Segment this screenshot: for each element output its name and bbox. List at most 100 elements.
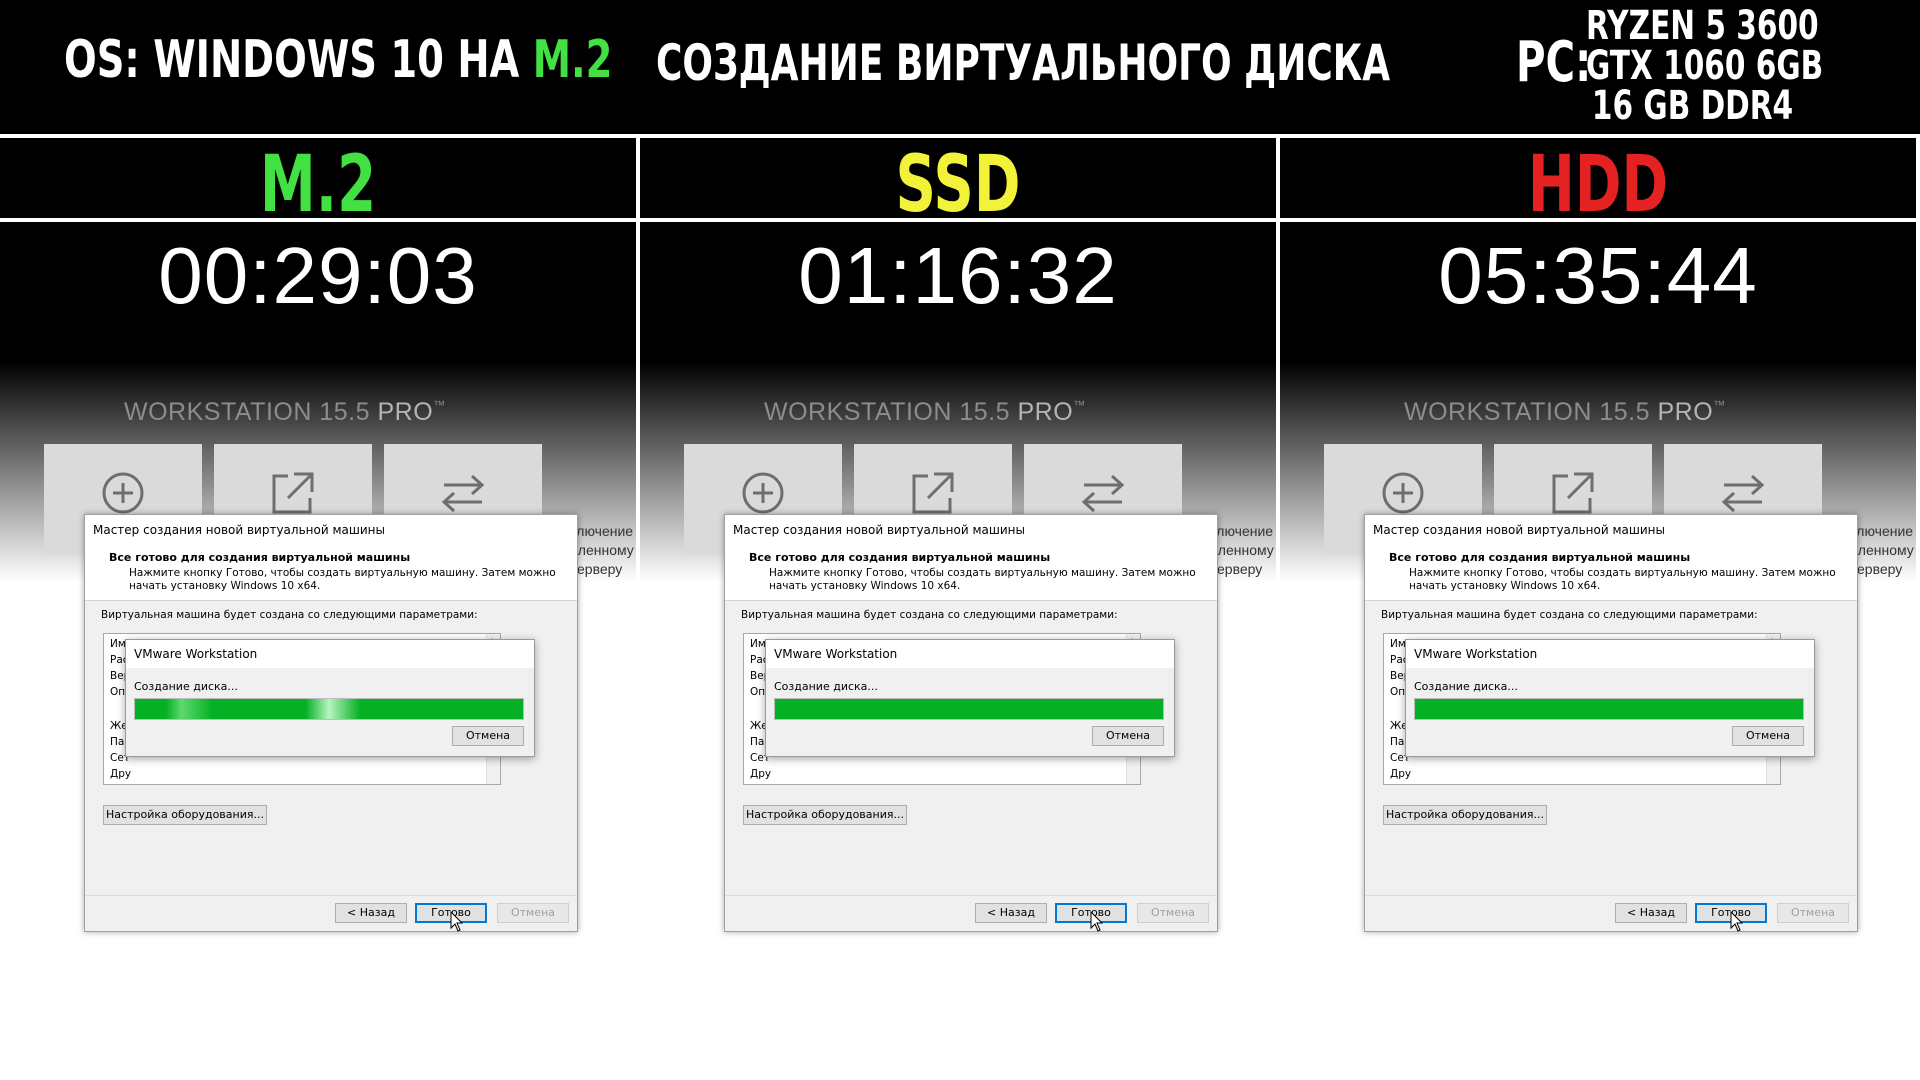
progress-cancel-button[interactable]: Отмена	[1092, 726, 1164, 746]
summary-row-partial: Дру	[110, 768, 131, 782]
mouse-cursor-icon	[450, 911, 464, 932]
connect-server-label-line: ключение	[1850, 523, 1914, 539]
vmware-brand-tm: ™	[1073, 398, 1086, 412]
hardware-settings-button[interactable]: Настройка оборудования...	[1383, 805, 1547, 825]
progress-dialog-title: VMware Workstation	[134, 647, 258, 661]
wizard-header: Мастер создания новой виртуальной машины…	[85, 515, 577, 601]
summary-key-partial: Дру	[110, 768, 132, 780]
progress-cancel-button[interactable]: Отмена	[452, 726, 524, 746]
connect-server-label-line: аленному	[1210, 542, 1274, 558]
new-vm-wizard-dialog: Мастер создания новой виртуальной машины…	[724, 514, 1218, 932]
progress-status-text: Создание диска...	[134, 680, 238, 693]
plus-circle-icon	[742, 472, 784, 514]
spec-gpu: GTX 1060 6GB	[1586, 43, 1824, 89]
connect-server-label: ключение аленному серверу	[1850, 522, 1920, 579]
connect-server-label-line: серверу	[1850, 561, 1903, 577]
vmware-brand-pro: PRO	[370, 398, 434, 426]
new-vm-wizard-dialog: Мастер создания новой виртуальной машины…	[84, 514, 578, 932]
progress-dialog: VMware Workstation Создание диска... Отм…	[765, 639, 1175, 757]
connect-server-label: ключение аленному серверу	[570, 522, 636, 579]
column-header: M.2	[0, 138, 636, 230]
wizard-footer-divider	[85, 895, 577, 896]
wizard-title: Мастер создания новой виртуальной машины	[1373, 523, 1665, 537]
back-button[interactable]: < Назад	[1615, 903, 1687, 923]
wizard-description: Нажмите кнопку Готово, чтобы создать вир…	[769, 567, 1196, 592]
wizard-header: Мастер создания новой виртуальной машины…	[725, 515, 1217, 601]
vmware-brand-tm: ™	[1713, 398, 1726, 412]
connect-server-label-line: серверу	[1210, 561, 1263, 577]
open-external-icon	[912, 472, 954, 514]
vmware-brand-pro: PRO	[1650, 398, 1714, 426]
disk-progress-bar	[134, 698, 524, 720]
elapsed-timer: 00:29:03	[158, 231, 478, 320]
pc-label: PC:	[1516, 30, 1592, 95]
disk-progress-fill	[1415, 699, 1803, 719]
progress-status-text: Создание диска...	[774, 680, 878, 693]
column-header: HDD	[1280, 138, 1916, 230]
os-label-highlight: M.2	[532, 30, 613, 90]
back-button[interactable]: < Назад	[335, 903, 407, 923]
wizard-params-label: Виртуальная машина будет создана со след…	[101, 609, 478, 621]
progress-dialog-title: VMware Workstation	[774, 647, 898, 661]
elapsed-timer: 01:16:32	[798, 231, 1118, 320]
wizard-footer-divider	[1365, 895, 1857, 896]
vmware-brand-pro: PRO	[1010, 398, 1074, 426]
new-vm-wizard-dialog: Мастер создания новой виртуальной машины…	[1364, 514, 1858, 932]
vmware-brand-text: WORKSTATION 15.5	[764, 398, 1011, 426]
wizard-footer-divider	[725, 895, 1217, 896]
comparison-column-hdd: HDD 05:35:44 WORKSTATION 15.5 PRO™ ключе…	[1280, 138, 1920, 1080]
connect-server-label-line: аленному	[1850, 542, 1914, 558]
wizard-heading: Все готово для создания виртуальной маши…	[109, 551, 411, 564]
progress-dialog: VMware Workstation Создание диска... Отм…	[1405, 639, 1815, 757]
wizard-params-label: Виртуальная машина будет создана со след…	[741, 609, 1118, 621]
disk-progress-bar	[1414, 698, 1804, 720]
progress-dialog: VMware Workstation Создание диска... Отм…	[125, 639, 535, 757]
hardware-settings-button[interactable]: Настройка оборудования...	[743, 805, 907, 825]
plus-circle-icon	[102, 472, 144, 514]
disk-progress-fill	[135, 699, 523, 719]
mouse-cursor-icon	[1090, 911, 1104, 932]
drive-type-label: M.2	[259, 140, 377, 230]
summary-key-partial: Дру	[750, 768, 772, 780]
column-header: SSD	[640, 138, 1276, 230]
vmware-brand-tm: ™	[433, 398, 446, 412]
vmware-brand: WORKSTATION 15.5 PRO™	[1404, 398, 1726, 427]
wizard-cancel-button[interactable]: Отмена	[1137, 903, 1209, 923]
os-label: OS: WINDOWS 10 НА M.2	[64, 30, 612, 90]
wizard-header: Мастер создания новой виртуальной машины…	[1365, 515, 1857, 601]
mouse-cursor-icon	[1730, 911, 1744, 932]
summary-key-partial: Дру	[1390, 768, 1412, 780]
wizard-params-label: Виртуальная машина будет создана со след…	[1381, 609, 1758, 621]
progress-status-text: Создание диска...	[1414, 680, 1518, 693]
open-external-icon	[1552, 472, 1594, 514]
hardware-settings-button[interactable]: Настройка оборудования...	[103, 805, 267, 825]
spec-ram: 16 GB DDR4	[1591, 83, 1794, 129]
connect-server-label-line: ключение	[1210, 523, 1274, 539]
wizard-heading: Все готово для создания виртуальной маши…	[749, 551, 1051, 564]
video-title: СОЗДАНИЕ ВИРТУАЛЬНОГО ДИСКА	[656, 34, 1391, 92]
wizard-heading: Все готово для создания виртуальной маши…	[1389, 551, 1691, 564]
os-label-text: OS: WINDOWS 10 НА	[64, 30, 533, 90]
disk-progress-fill	[775, 699, 1163, 719]
progress-cancel-button[interactable]: Отмена	[1732, 726, 1804, 746]
vmware-brand: WORKSTATION 15.5 PRO™	[124, 398, 446, 427]
wizard-description: Нажмите кнопку Готово, чтобы создать вир…	[1409, 567, 1836, 592]
drive-type-label: SSD	[895, 140, 1021, 230]
vmware-brand-text: WORKSTATION 15.5	[1404, 398, 1651, 426]
top-banner: OS: WINDOWS 10 НА M.2 СОЗДАНИЕ ВИРТУАЛЬН…	[0, 0, 1920, 134]
pc-specs: RYZEN 5 3600 GTX 1060 6GB 16 GB DDR4	[1586, 6, 1823, 126]
comparison-column-m2: M.2 00:29:03 WORKSTATION 15.5 PRO™ ключе…	[0, 138, 636, 1080]
swap-arrows-icon	[1721, 474, 1765, 513]
back-button[interactable]: < Назад	[975, 903, 1047, 923]
spec-cpu: RYZEN 5 3600	[1586, 3, 1819, 49]
wizard-cancel-button[interactable]: Отмена	[1777, 903, 1849, 923]
wizard-description: Нажмите кнопку Готово, чтобы создать вир…	[129, 567, 556, 592]
connect-server-label: ключение аленному серверу	[1210, 522, 1276, 579]
drive-type-label: HDD	[1527, 140, 1669, 230]
connect-server-label-line: ключение	[570, 523, 634, 539]
summary-row-partial: Дру	[1390, 768, 1411, 782]
summary-row-partial: Дру	[750, 768, 771, 782]
wizard-cancel-button[interactable]: Отмена	[497, 903, 569, 923]
open-external-icon	[272, 472, 314, 514]
progress-dialog-title: VMware Workstation	[1414, 647, 1538, 661]
